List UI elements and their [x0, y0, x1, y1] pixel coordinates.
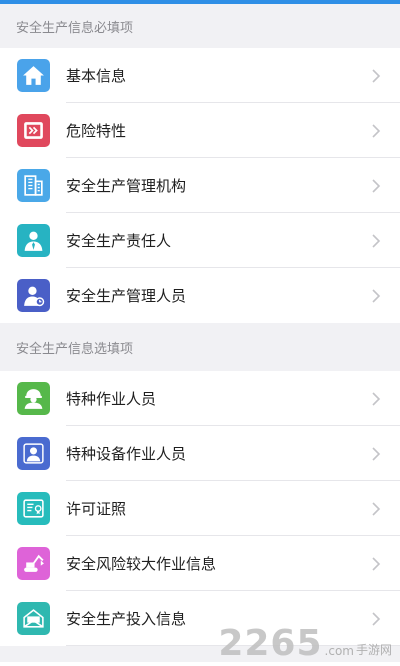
- person-tie-icon: [17, 224, 50, 257]
- list-item-label: 安全生产责任人: [66, 232, 172, 250]
- chevron-right-icon: [372, 178, 381, 193]
- list-item-management-organization[interactable]: 安全生产管理机构: [0, 158, 400, 213]
- manager-person-icon: [17, 279, 50, 312]
- list-item-management-personnel[interactable]: 安全生产管理人员: [0, 268, 400, 323]
- list-item-label: 特种设备作业人员: [66, 445, 187, 463]
- watermark-suffix: .com: [324, 644, 354, 658]
- chevron-right-icon: [372, 556, 381, 571]
- building-icon: [17, 169, 50, 202]
- chevron-right-icon: [372, 123, 381, 138]
- next-item-peek: [0, 662, 400, 666]
- list-item-label: 特种作业人员: [66, 390, 157, 408]
- list-item-permits-licenses[interactable]: 许可证照: [0, 481, 400, 536]
- operator-person-icon: [17, 437, 50, 470]
- section-header-required: 安全生产信息必填项: [0, 4, 400, 48]
- list-item-label: 安全生产管理人员: [66, 287, 187, 305]
- list-item-label: 安全生产投入信息: [66, 610, 187, 628]
- chevron-right-icon: [372, 233, 381, 248]
- home-icon: [17, 59, 50, 92]
- screen: 安全生产信息必填项 基本信息 危险特性 安全生产管理机构 安全生产责任人 安全生…: [0, 0, 400, 666]
- list-item-special-operation-personnel[interactable]: 特种作业人员: [0, 371, 400, 426]
- optional-list: 特种作业人员 特种设备作业人员 许可证照 安全风险较大作业信息 安全生产投入信息: [0, 371, 400, 646]
- required-list: 基本信息 危险特性 安全生产管理机构 安全生产责任人 安全生产管理人员: [0, 48, 400, 323]
- certificate-icon: [17, 492, 50, 525]
- hardhat-worker-icon: [17, 382, 50, 415]
- section-header-label: 安全生产信息必填项: [16, 20, 134, 36]
- section-header-optional: 安全生产信息选填项: [0, 323, 400, 371]
- list-item-special-equipment-operators[interactable]: 特种设备作业人员: [0, 426, 400, 481]
- list-item-safety-investment[interactable]: 安全生产投入信息: [0, 591, 400, 646]
- list-item-label: 许可证照: [66, 500, 127, 518]
- list-item-responsible-person[interactable]: 安全生产责任人: [0, 213, 400, 268]
- list-item-basic-info[interactable]: 基本信息: [0, 48, 400, 103]
- hazard-sign-icon: [17, 114, 50, 147]
- list-item-label: 安全风险较大作业信息: [66, 555, 217, 573]
- section-header-label: 安全生产信息选填项: [16, 341, 134, 357]
- chevron-right-icon: [372, 68, 381, 83]
- list-item-label: 危险特性: [66, 122, 127, 140]
- chevron-right-icon: [372, 288, 381, 303]
- list-item-label: 安全生产管理机构: [66, 177, 187, 195]
- chevron-right-icon: [372, 446, 381, 461]
- chevron-right-icon: [372, 501, 381, 516]
- chevron-right-icon: [372, 611, 381, 626]
- excavator-icon: [17, 547, 50, 580]
- list-item-label: 基本信息: [66, 67, 127, 85]
- list-item-hazard-characteristics[interactable]: 危险特性: [0, 103, 400, 158]
- list-item-high-risk-operations[interactable]: 安全风险较大作业信息: [0, 536, 400, 591]
- money-envelope-icon: [17, 602, 50, 635]
- chevron-right-icon: [372, 391, 381, 406]
